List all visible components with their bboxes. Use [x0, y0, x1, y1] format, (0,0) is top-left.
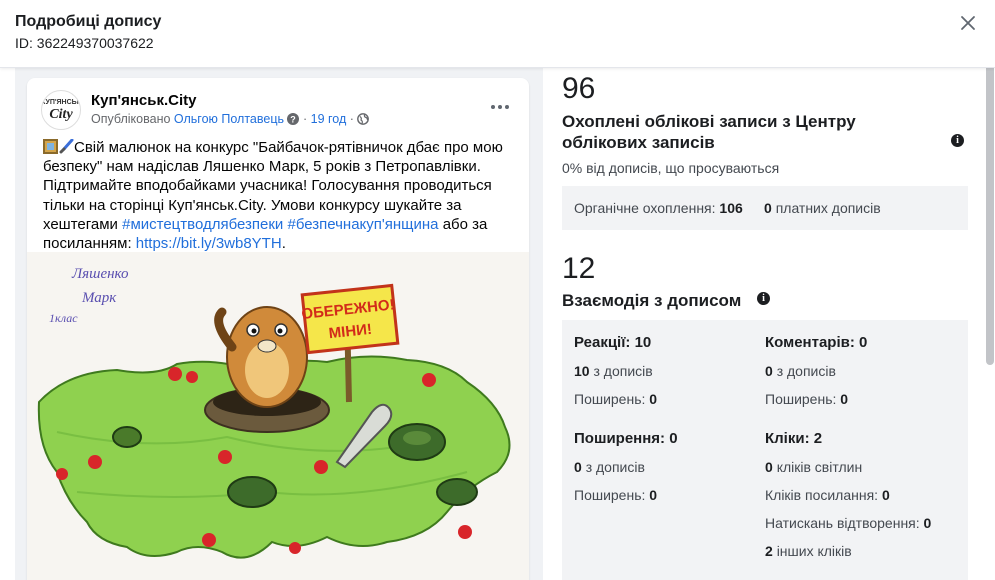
post-preview-pane: КУП'ЯНСЬК City Куп'янськ.City Опублікова… — [15, 68, 543, 580]
hashtag-link[interactable]: #мистецтводлябезпеки — [122, 216, 283, 233]
shares-shares-value: 0 — [649, 487, 658, 503]
info-icon[interactable]: i — [757, 292, 770, 305]
play-clicks-label: Натискань відтворення: — [765, 515, 920, 531]
reactions-shares-label: Поширень: — [574, 391, 646, 407]
page-avatar[interactable]: КУП'ЯНСЬК City — [41, 90, 81, 130]
post-drawing-image[interactable]: ОБЕРЕЖНО! МІНИ! Ляшенко Марк 1клас — [27, 252, 529, 580]
play-clicks-value: 0 — [923, 515, 932, 531]
paid-reach-label: платних дописів — [775, 200, 881, 216]
dialog-header: Подробиці допису ID: 362249370037622 — [0, 0, 995, 68]
handwriting-first-name: Марк — [81, 290, 117, 306]
comments-from-posts-value: 0 — [765, 363, 773, 379]
dialog-body: КУП'ЯНСЬК City Куп'янськ.City Опублікова… — [0, 68, 995, 580]
handwriting-class: 1клас — [49, 311, 78, 325]
other-clicks: 2 інших кліків — [765, 543, 852, 559]
reactions-shares: Поширень: 0 — [574, 391, 657, 407]
engagement-value: 12 — [562, 252, 596, 285]
author-link[interactable]: Ольгою Полтавець — [174, 112, 284, 126]
shares-from-posts-label: з дописів — [585, 459, 645, 475]
avatar-text-top: КУП'ЯНСЬК — [41, 98, 81, 106]
post-id: ID: 362249370037622 — [15, 35, 154, 51]
post-meta: Опубліковано Ольгою Полтавець ? · 19 год… — [91, 112, 370, 126]
link-clicks-value: 0 — [881, 487, 890, 503]
other-clicks-label: інших кліків — [776, 543, 852, 559]
play-clicks: Натискань відтворення: 0 — [765, 515, 931, 531]
shares-shares-label: Поширень: — [574, 487, 646, 503]
post-insights-pane: 96 Охоплені облікові записи з Центру обл… — [562, 68, 968, 580]
avatar-text-bottom: City — [49, 106, 73, 122]
photo-clicks-label: кліків світлин — [776, 459, 863, 475]
other-clicks-value: 2 — [765, 543, 773, 559]
page-name[interactable]: Куп'янськ.City — [91, 92, 197, 109]
reach-subtitle: 0% від дописів, що просуваються — [562, 160, 780, 176]
scrollbar-thumb[interactable] — [986, 50, 994, 365]
comments-shares: Поширень: 0 — [765, 391, 848, 407]
meta-dot: · — [302, 112, 308, 126]
link-clicks-label: Кліків посилання: — [765, 487, 879, 503]
comments-shares-value: 0 — [840, 391, 849, 407]
reach-breakdown-box: Органічне охоплення: 106 0 платних допис… — [562, 186, 968, 230]
reactions-shares-value: 0 — [649, 391, 658, 407]
post-text: Свій малюнок на конкурс "Байбачок-рятівн… — [43, 139, 503, 253]
organic-reach: Органічне охоплення: 106 — [574, 200, 743, 216]
post-card: КУП'ЯНСЬК City Куп'янськ.City Опублікова… — [27, 78, 529, 580]
paid-reach-value: 0 — [764, 200, 772, 216]
comments-from-posts-label: з дописів — [776, 363, 836, 379]
link-clicks: Кліків посилання: 0 — [765, 487, 890, 503]
more-options-button[interactable] — [489, 96, 513, 110]
organic-reach-label: Органічне охоплення: — [574, 200, 716, 216]
reach-title: Охоплені облікові записи з Центру обліко… — [562, 112, 856, 152]
photo-clicks-value: 0 — [765, 459, 773, 475]
reach-value: 96 — [562, 72, 596, 105]
meta-dot: · — [349, 112, 354, 126]
shares-from-posts-value: 0 — [574, 459, 582, 475]
shares-shares: Поширень: 0 — [574, 487, 657, 503]
reactions-from-posts: 10 з дописів — [574, 363, 653, 379]
comments-shares-label: Поширень: — [765, 391, 837, 407]
hashtag-link[interactable]: #безпечнакуп'янщина — [287, 216, 438, 233]
organic-reach-value: 106 — [719, 200, 743, 216]
comments-from-posts: 0 з дописів — [765, 363, 836, 379]
post-time-link[interactable]: 19 год — [311, 112, 347, 126]
comments-heading: Коментарів: 0 — [765, 334, 868, 351]
paintbrush-emoji-icon — [59, 139, 74, 154]
dialog-title: Подробиці допису — [15, 13, 162, 30]
engagement-breakdown-box: Реакції: 10 10 з дописів Поширень: 0 Ком… — [562, 320, 968, 580]
close-button[interactable] — [957, 12, 979, 34]
reactions-from-posts-label: з дописів — [593, 363, 653, 379]
handwriting-name: Ляшенко — [71, 266, 129, 282]
shares-from-posts: 0 з дописів — [574, 459, 645, 475]
reactions-heading: Реакції: 10 — [574, 334, 652, 351]
info-icon[interactable]: i — [951, 134, 964, 147]
engagement-title: Взаємодія з дописом — [562, 291, 742, 310]
contest-url-link[interactable]: https://bit.ly/3wb8YTH — [136, 235, 282, 252]
help-icon[interactable]: ? — [287, 113, 300, 125]
reactions-from-posts-value: 10 — [574, 363, 590, 379]
framed-picture-emoji-icon — [43, 139, 58, 154]
photo-clicks: 0 кліків світлин — [765, 459, 862, 475]
shares-heading: Поширення: 0 — [574, 430, 678, 447]
svg-text:?: ? — [291, 114, 297, 124]
clicks-heading: Кліки: 2 — [765, 430, 823, 447]
published-prefix: Опубліковано — [91, 112, 171, 126]
globe-icon — [357, 113, 370, 125]
close-icon — [961, 16, 975, 30]
paid-reach: 0 платних дописів — [764, 200, 881, 216]
